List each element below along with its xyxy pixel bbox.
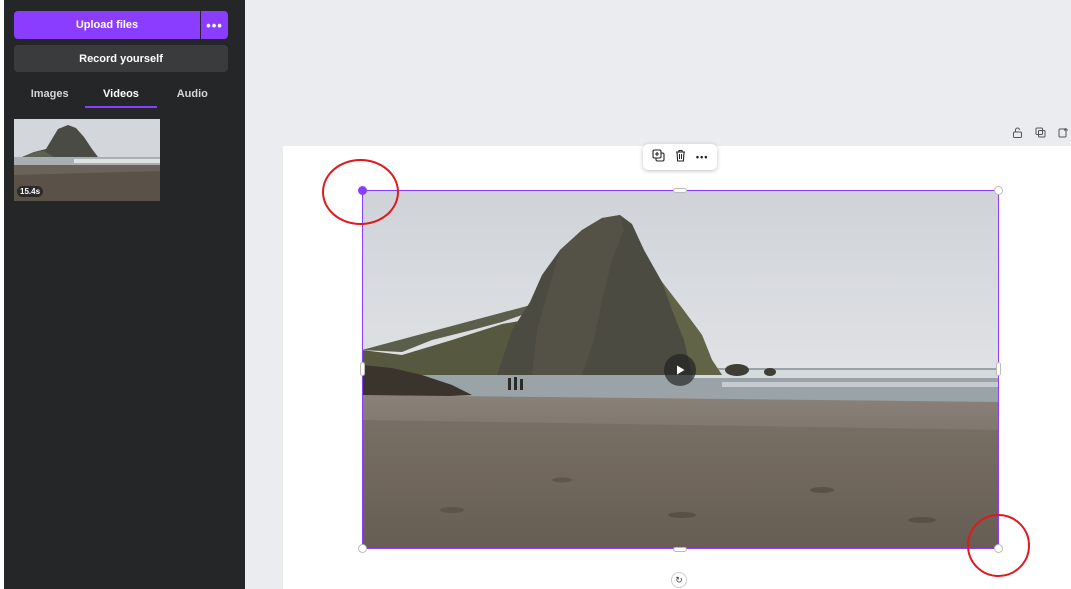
upload-files-button[interactable]: Upload files (14, 11, 200, 39)
resize-handle-bottom[interactable] (673, 547, 687, 552)
uploads-panel: Upload files ••• Record yourself Images … (4, 0, 245, 589)
tab-audio[interactable]: Audio (157, 82, 228, 108)
duplicate-page-icon[interactable] (1035, 127, 1046, 141)
annotation-circle-bottom-right (967, 514, 1030, 577)
page-tools (1012, 127, 1069, 141)
trash-icon[interactable] (674, 149, 687, 165)
upload-more-options-button[interactable]: ••• (201, 11, 228, 39)
resize-handle-left[interactable] (360, 362, 365, 376)
editor-window: Upload files ••• Record yourself Images … (0, 0, 1071, 589)
play-icon (677, 365, 685, 375)
upload-row: Upload files ••• (14, 11, 228, 39)
more-options-button[interactable]: ••• (696, 152, 708, 162)
video-thumbnail[interactable]: 15.4s (14, 119, 160, 201)
add-page-icon[interactable] (1058, 127, 1069, 141)
rotate-icon: ↻ (675, 574, 683, 585)
rotate-button[interactable]: ↻ (671, 572, 687, 588)
duplicate-icon[interactable] (652, 149, 665, 165)
tab-images[interactable]: Images (14, 82, 85, 108)
play-video-button[interactable] (664, 354, 696, 386)
resize-handle-right[interactable] (996, 362, 1001, 376)
video-duration-badge: 15.4s (17, 186, 44, 197)
resize-handle-bottom-left[interactable] (358, 544, 367, 553)
tab-videos[interactable]: Videos (85, 82, 157, 108)
lock-icon[interactable] (1012, 127, 1023, 141)
media-tabs: Images Videos Audio (14, 82, 228, 108)
record-yourself-button[interactable]: Record yourself (14, 45, 228, 72)
element-context-toolbar: ••• (643, 144, 717, 170)
resize-handle-top-right[interactable] (994, 186, 1003, 195)
annotation-circle-top-left (322, 159, 399, 225)
resize-handle-top[interactable] (673, 188, 687, 193)
